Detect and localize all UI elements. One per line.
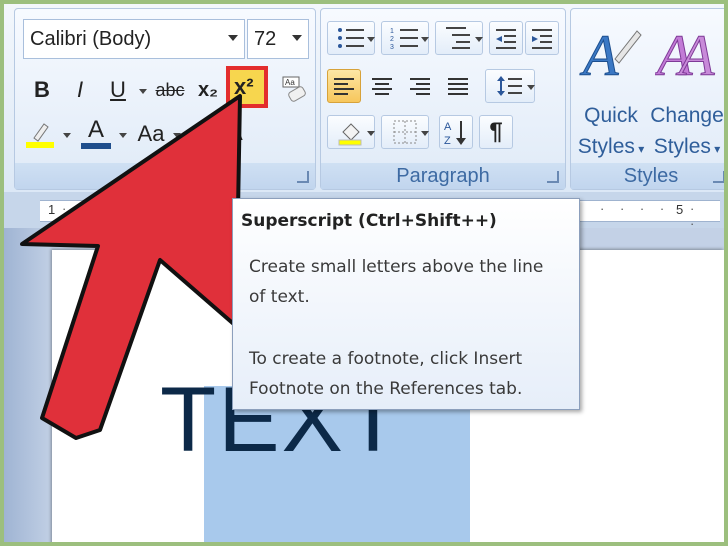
tooltip-line-2: of text. (249, 287, 310, 307)
chevron-down-icon[interactable] (421, 131, 429, 136)
styles-group-label: Styles (571, 163, 724, 189)
ruler-ticks-right: · · · · (600, 201, 671, 216)
styles-group: A Quick Styles ▾ A A Change Styles ▾ Sty… (570, 8, 724, 190)
chevron-down-icon[interactable] (475, 37, 483, 42)
font-name-value: Calibri (Body) (30, 28, 152, 50)
borders-icon (393, 120, 417, 144)
chevron-down-icon[interactable] (527, 85, 535, 90)
change-styles-icon: A A (653, 23, 716, 89)
quick-styles-button[interactable]: A Quick Styles ▾ (575, 15, 647, 165)
chevron-down-icon[interactable] (292, 35, 302, 41)
numbered-list-icon: 1 2 3 (390, 28, 418, 50)
change-styles-label-2: Styles ▾ (653, 135, 721, 158)
increase-indent-button[interactable] (525, 21, 559, 55)
change-styles-button[interactable]: A A Change Styles ▾ (647, 15, 724, 165)
svg-text:Z: Z (444, 135, 451, 146)
superscript-tooltip: Superscript (Ctrl+Shift++) Create small … (232, 198, 580, 410)
font-size-value: 72 (254, 28, 277, 50)
quick-styles-icon: A (579, 23, 642, 89)
ruler-mark-5: 5 (676, 202, 684, 217)
word-window: Calibri (Body) 72 B I U abc x₂ Aa A Aa 1… (4, 4, 724, 542)
align-center-button[interactable] (365, 69, 399, 103)
bullet-list-icon (338, 28, 364, 48)
tooltip-line-4: Footnote on the References tab. (249, 379, 523, 399)
change-styles-label-1: Change (650, 104, 724, 127)
justify-button[interactable] (441, 69, 475, 103)
align-left-button[interactable] (327, 69, 361, 103)
paragraph-dialog-launcher-icon[interactable] (547, 171, 559, 183)
svg-text:A: A (444, 121, 452, 133)
align-right-icon (410, 78, 430, 95)
paragraph-group: 1 2 3 A Z ¶ Paragraph (320, 8, 566, 190)
sort-icon: A Z (444, 121, 466, 146)
tooltip-line-1: Create small letters above the line (249, 257, 544, 277)
styles-dialog-launcher-icon[interactable] (713, 171, 724, 183)
paint-bucket-icon (338, 123, 362, 146)
align-right-button[interactable] (403, 69, 437, 103)
justify-icon (448, 78, 468, 95)
tooltip-title: Superscript (Ctrl+Shift++) (241, 211, 497, 231)
svg-text:A: A (579, 23, 619, 88)
decrease-indent-icon (496, 29, 516, 49)
chevron-down-icon[interactable] (367, 131, 375, 136)
show-formatting-button[interactable]: ¶ (479, 115, 513, 149)
align-center-icon (372, 78, 392, 95)
svg-text:2: 2 (390, 36, 394, 43)
font-size-combo[interactable]: 72 (247, 19, 309, 59)
increase-indent-icon (532, 29, 552, 49)
quick-styles-label-1: Quick (584, 104, 638, 127)
svg-text:1: 1 (390, 28, 394, 35)
decrease-indent-button[interactable] (489, 21, 523, 55)
svg-text:A: A (675, 23, 715, 88)
multilevel-list-icon (446, 27, 470, 49)
svg-text:3: 3 (390, 44, 394, 50)
tooltip-line-3: To create a footnote, click Insert (249, 349, 523, 369)
align-left-icon (334, 78, 354, 95)
paragraph-group-label: Paragraph (321, 163, 565, 189)
chevron-down-icon[interactable] (228, 35, 238, 41)
pilcrow-icon: ¶ (489, 118, 503, 145)
quick-styles-label-2: Styles ▾ (577, 135, 645, 158)
line-spacing-icon (497, 76, 522, 96)
sort-button[interactable]: A Z (439, 115, 473, 149)
chevron-down-icon[interactable] (367, 37, 375, 42)
font-name-combo[interactable]: Calibri (Body) (23, 19, 245, 59)
chevron-down-icon[interactable] (421, 37, 429, 42)
